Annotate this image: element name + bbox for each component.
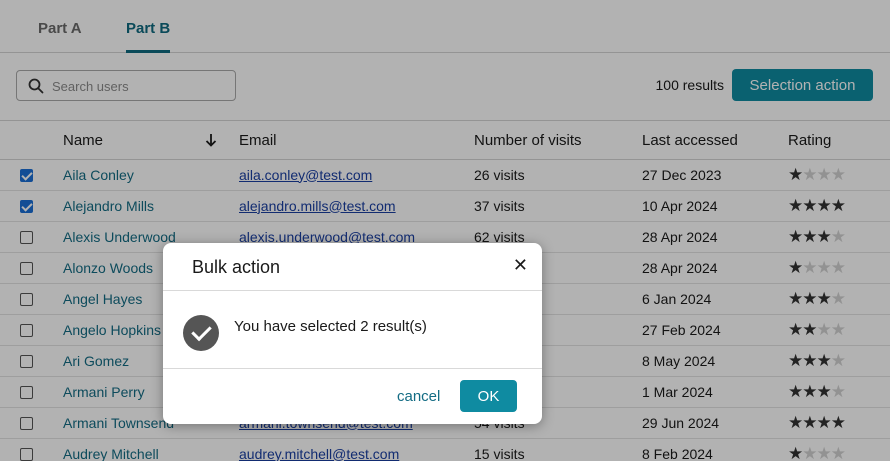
dialog-body: You have selected 2 result(s) (163, 291, 542, 369)
check-circle-icon (183, 315, 219, 351)
dialog-header: Bulk action ✕ (163, 243, 542, 291)
close-icon[interactable]: ✕ (513, 255, 528, 276)
ok-button[interactable]: OK (460, 380, 517, 412)
dialog-title: Bulk action (192, 257, 281, 277)
bulk-action-dialog: Bulk action ✕ You have selected 2 result… (163, 243, 542, 424)
cancel-button[interactable]: cancel (397, 388, 440, 405)
dialog-message: You have selected 2 result(s) (234, 318, 427, 335)
